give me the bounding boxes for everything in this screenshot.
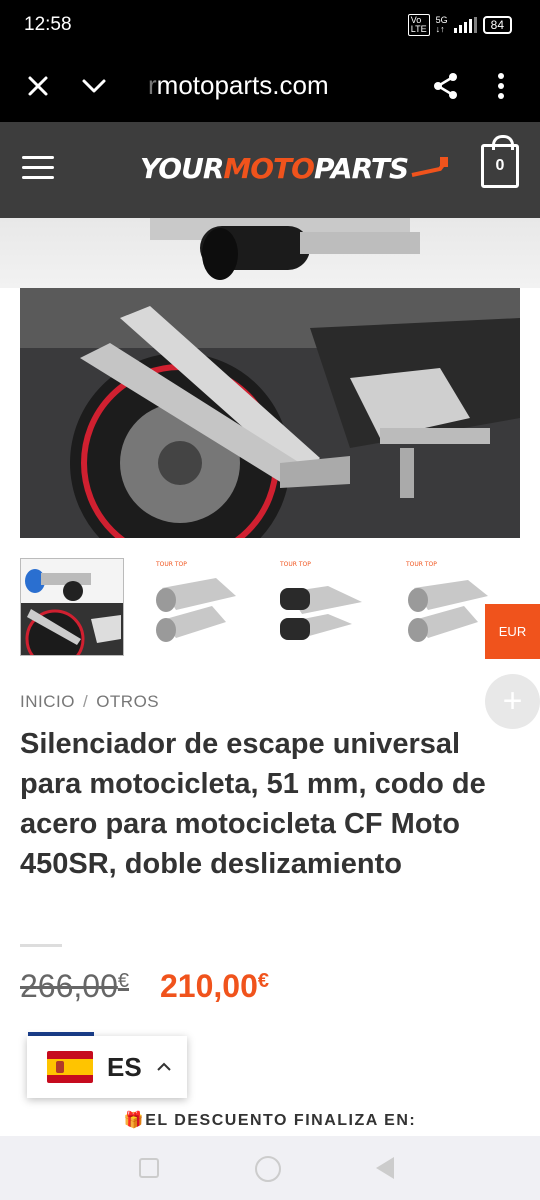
breadcrumb-separator: / — [82, 692, 89, 711]
svg-text:TOUR TOP: TOUR TOP — [279, 561, 311, 568]
discount-countdown-label: 🎁EL DESCUENTO FINALIZA EN: — [123, 1112, 417, 1129]
language-selector[interactable]: ES — [27, 1036, 187, 1098]
home-icon[interactable] — [255, 1156, 281, 1182]
cart-count: 0 — [495, 157, 505, 174]
product-main-image[interactable] — [20, 288, 520, 538]
volte-icon: Vo LTE — [407, 14, 430, 36]
site-header: YOUR MOTO PARTS — [0, 122, 540, 218]
battery-icon: 84 — [482, 16, 512, 34]
more-vert-icon[interactable] — [479, 64, 523, 108]
product-title: Silenciador de escape universal para mot… — [20, 728, 486, 880]
close-icon[interactable] — [16, 64, 60, 108]
breadcrumb-category[interactable]: OTROS — [96, 692, 159, 711]
cart-button[interactable]: 0 — [481, 135, 519, 188]
signal-icon — [453, 17, 477, 33]
price-original: 266,00€ — [20, 968, 129, 1004]
site-logo[interactable]: YOUR MOTO PARTS — [140, 148, 450, 188]
network-type: 5G ↓↑ — [435, 15, 448, 34]
price-sale: 210,00€ — [160, 968, 269, 1004]
hamburger-menu-icon[interactable] — [22, 156, 54, 180]
chevron-down-icon[interactable] — [72, 64, 116, 108]
spain-flag-icon — [47, 1051, 93, 1083]
title-divider — [20, 944, 62, 947]
address-bar[interactable]: rmotoparts.com — [148, 70, 329, 101]
breadcrumb-home[interactable]: INICIO — [20, 692, 75, 711]
recents-icon[interactable] — [139, 1158, 159, 1178]
status-time: 12:58 — [24, 14, 72, 35]
add-icon[interactable]: + — [485, 674, 540, 729]
currency-switcher[interactable]: EUR — [485, 604, 540, 659]
share-icon[interactable] — [424, 64, 468, 108]
thumbnail[interactable]: TOUR TOP — [272, 558, 376, 656]
thumbnail[interactable]: TOUR TOP — [146, 558, 250, 656]
hero-image-top — [0, 218, 540, 288]
system-nav-bar — [0, 1136, 540, 1200]
svg-text:TOUR TOP: TOUR TOP — [155, 561, 187, 568]
breadcrumb: INICIO / OTROS — [20, 692, 159, 712]
status-bar: 12:58 Vo LTE 5G ↓↑ 84 — [0, 0, 540, 52]
status-icons: Vo LTE 5G ↓↑ 84 — [407, 14, 512, 36]
thumbnail-strip: TOUR TOP TOUR TOP TOUR TOP — [20, 558, 540, 658]
svg-text:TOUR TOP: TOUR TOP — [405, 561, 437, 568]
back-icon[interactable] — [376, 1157, 394, 1179]
thumbnail[interactable] — [20, 558, 124, 656]
browser-toolbar: rmotoparts.com — [0, 52, 540, 122]
language-code: ES — [107, 1051, 142, 1082]
chevron-up-icon — [156, 1062, 171, 1071]
